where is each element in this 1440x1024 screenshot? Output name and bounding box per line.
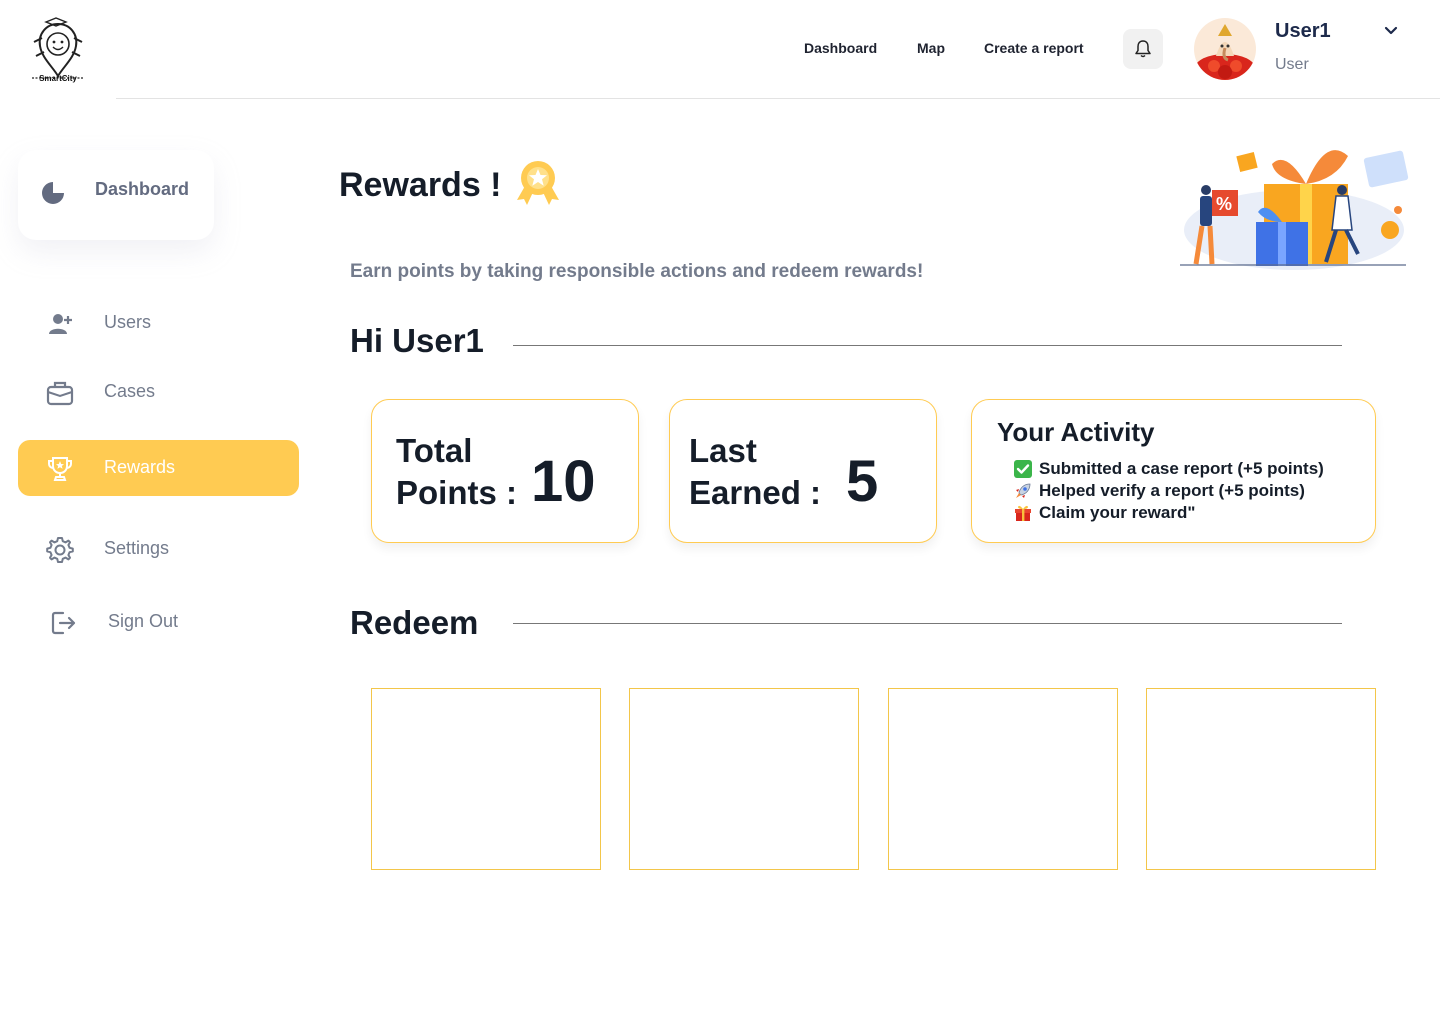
list-item: Claim your reward" xyxy=(1014,502,1324,524)
logo-text: SmartCity xyxy=(39,74,77,83)
activity-card: Your Activity Submitted a case report (+… xyxy=(971,399,1376,543)
page-title: Rewards ! xyxy=(339,166,502,204)
sign-out-icon xyxy=(51,611,76,635)
notifications-button[interactable] xyxy=(1123,29,1163,69)
gift-rewards-illustration: % xyxy=(1180,150,1409,270)
medal-icon xyxy=(517,161,559,205)
total-points-value: 10 xyxy=(531,449,596,514)
sidebar-item-rewards[interactable]: Rewards xyxy=(18,440,299,496)
sidebar-item-label: Rewards xyxy=(104,457,176,477)
sidebar-item-label: Sign Out xyxy=(108,611,179,631)
sidebar-item-users[interactable]: Users xyxy=(18,295,299,351)
bell-icon xyxy=(1135,40,1151,58)
redeem-card[interactable] xyxy=(371,688,601,870)
sidebar-item-label: Users xyxy=(104,312,152,332)
sidebar-item-cases[interactable]: Cases xyxy=(18,364,299,420)
chevron-down-icon[interactable] xyxy=(1382,22,1400,40)
sidebar-item-dashboard[interactable]: Dashboard xyxy=(18,150,214,240)
gift-emoji-icon xyxy=(1015,505,1031,521)
greeting-heading: Hi User1 xyxy=(350,322,484,359)
sidebar-item-label: Dashboard xyxy=(95,179,190,199)
redeem-card[interactable] xyxy=(888,688,1118,870)
pie-chart-icon xyxy=(42,182,64,204)
topnav-create-report[interactable]: Create a report xyxy=(984,40,1084,56)
last-earned-label: Last Earned : xyxy=(689,432,822,511)
page-subtitle: Earn points by taking responsible action… xyxy=(350,261,924,282)
total-points-label: Total Points : xyxy=(396,432,517,511)
total-points-card: Total Points : 10 xyxy=(371,399,639,543)
header-divider xyxy=(116,98,1440,99)
activity-title: Your Activity xyxy=(997,417,1155,447)
topnav-map[interactable]: Map xyxy=(917,40,945,56)
redeem-divider xyxy=(513,623,1342,624)
user-name: User1 xyxy=(1275,20,1331,42)
briefcase-icon xyxy=(46,381,74,406)
svg-text:%: % xyxy=(1216,194,1232,214)
sidebar-item-label: Settings xyxy=(104,538,170,558)
gear-icon xyxy=(46,537,74,563)
topnav-dashboard[interactable]: Dashboard xyxy=(804,40,877,56)
activity-list: Submitted a case report (+5 points) Help… xyxy=(1014,458,1324,524)
redeem-heading: Redeem xyxy=(350,604,479,641)
trophy-icon xyxy=(48,457,72,481)
sidebar-item-sign-out[interactable]: Sign Out xyxy=(18,594,299,650)
add-user-icon xyxy=(49,314,72,334)
sidebar-item-settings[interactable]: Settings xyxy=(18,521,299,577)
last-earned-value: 5 xyxy=(846,449,879,514)
user-role: User xyxy=(1275,56,1309,73)
list-item: Helped verify a report (+5 points) xyxy=(1014,480,1324,502)
avatar[interactable] xyxy=(1194,18,1256,80)
last-earned-card: Last Earned : 5 xyxy=(669,399,937,543)
sidebar-item-label: Cases xyxy=(104,381,156,401)
redeem-card[interactable] xyxy=(629,688,859,870)
check-emoji-icon xyxy=(1014,460,1032,478)
greeting-divider xyxy=(513,345,1342,346)
list-item: Submitted a case report (+5 points) xyxy=(1014,458,1324,480)
redeem-card[interactable] xyxy=(1146,688,1376,870)
rocket-emoji-icon xyxy=(1016,483,1031,498)
